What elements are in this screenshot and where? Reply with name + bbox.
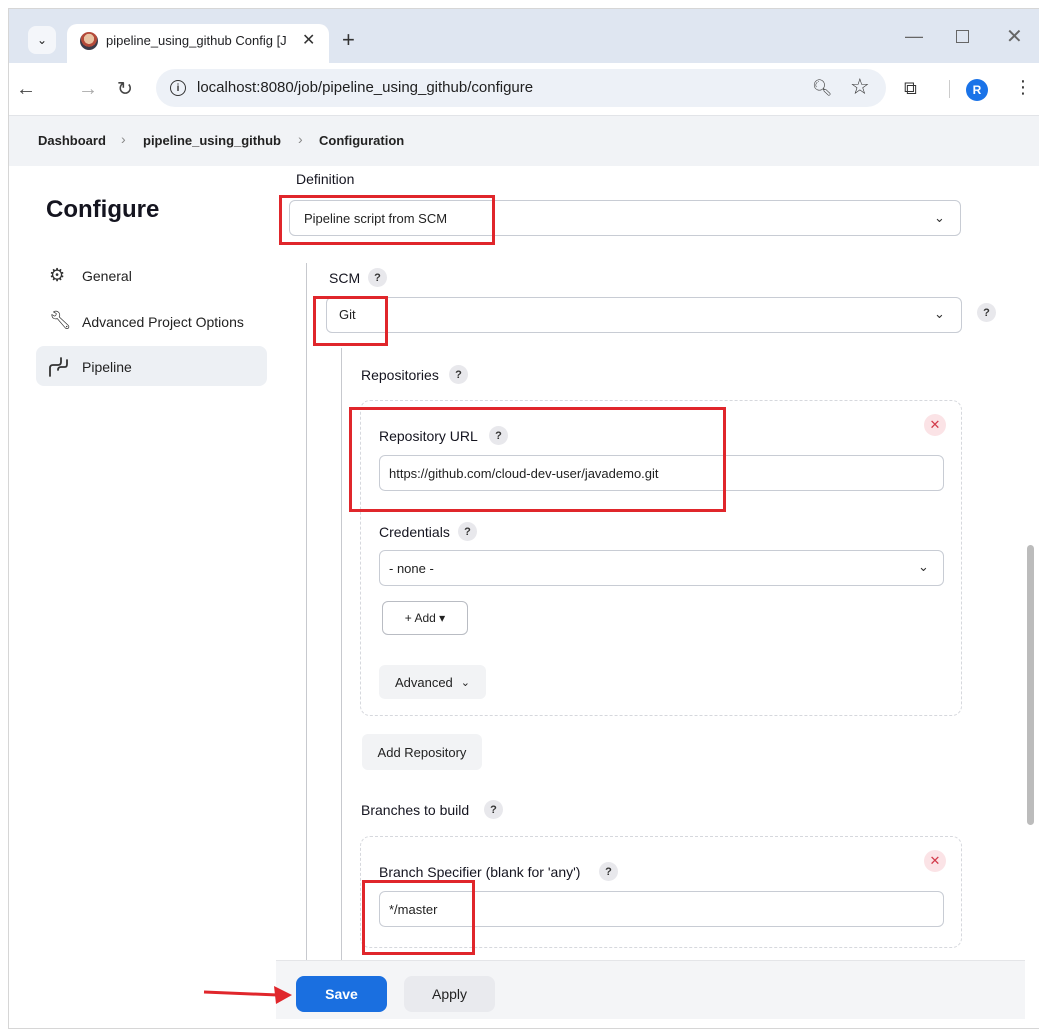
sidebar-item-general[interactable] xyxy=(36,257,267,297)
chevron-down-icon: ⌄ xyxy=(934,306,945,321)
maximize-icon[interactable] xyxy=(956,30,969,43)
sidebar-item-label[interactable]: General xyxy=(82,268,132,284)
toolbar-divider xyxy=(949,80,950,98)
advanced-button[interactable]: Advanced ⌄ xyxy=(379,665,486,699)
apply-button[interactable]: Apply xyxy=(404,976,495,1012)
credentials-label: Credentials xyxy=(379,524,450,540)
back-arrow-icon[interactable]: ← xyxy=(16,78,36,101)
sidebar-item-label[interactable]: Advanced Project Options xyxy=(82,314,244,330)
reload-icon[interactable]: ↻ xyxy=(117,78,133,101)
definition-label: Definition xyxy=(296,171,355,187)
annotation-box-definition xyxy=(279,195,495,245)
add-repository-button[interactable]: Add Repository xyxy=(362,734,482,770)
gear-icon: ⚙ xyxy=(49,265,66,285)
browser-menu-icon[interactable]: ⋮ xyxy=(1014,77,1032,98)
branches-label: Branches to build xyxy=(361,802,470,818)
annotation-box-repo-url xyxy=(349,407,726,512)
chevron-down-icon: ⌄ xyxy=(918,559,929,574)
help-icon[interactable]: ? xyxy=(484,800,503,819)
url-text[interactable]: localhost:8080/job/pipeline_using_github… xyxy=(197,79,533,96)
help-icon[interactable]: ? xyxy=(458,522,477,541)
tab-title: pipeline_using_github Config [J xyxy=(106,33,287,48)
section-divider xyxy=(341,348,342,1003)
chevron-down-icon: ⌄ xyxy=(934,210,945,225)
delete-branch-icon[interactable]: ✕ xyxy=(924,850,946,872)
wrench-icon: 🔧︎ xyxy=(49,310,72,330)
breadcrumb-dashboard[interactable]: Dashboard xyxy=(38,133,106,148)
breadcrumb-configuration[interactable]: Configuration xyxy=(319,133,404,148)
breadcrumb-job[interactable]: pipeline_using_github xyxy=(143,133,281,148)
chevron-down-icon: ⌄ xyxy=(460,676,471,689)
credentials-select[interactable] xyxy=(379,550,944,586)
help-icon[interactable]: ? xyxy=(449,365,468,384)
tab-close-icon[interactable]: ✕ xyxy=(302,30,315,50)
advanced-label: Advanced xyxy=(394,674,453,690)
profile-avatar[interactable]: R xyxy=(966,79,988,101)
help-icon[interactable]: ? xyxy=(977,303,996,322)
bookmark-star-icon[interactable]: ☆ xyxy=(850,74,870,100)
delete-repository-icon[interactable]: ✕ xyxy=(924,414,946,436)
help-icon[interactable]: ? xyxy=(599,862,618,881)
pipeline-icon xyxy=(47,356,69,383)
sidebar-item-pipeline[interactable] xyxy=(36,346,267,386)
window-close-icon[interactable]: ✕ xyxy=(1006,24,1023,49)
jenkins-favicon-icon xyxy=(80,32,98,50)
site-info-icon[interactable]: i xyxy=(170,80,186,96)
tab-search-button[interactable]: ⌄ xyxy=(28,26,56,54)
chevron-right-icon: › xyxy=(298,131,303,147)
annotation-box-scm xyxy=(313,296,388,346)
help-icon[interactable]: ? xyxy=(368,268,387,287)
save-button[interactable]: Save xyxy=(296,976,387,1012)
add-credentials-button[interactable]: + Add ▾ xyxy=(382,601,468,635)
scm-select[interactable] xyxy=(326,297,962,333)
annotation-arrow-icon xyxy=(203,986,292,1004)
forward-arrow-icon[interactable]: → xyxy=(78,78,98,101)
page-title: Configure xyxy=(46,196,160,223)
repositories-label: Repositories xyxy=(361,367,439,383)
form-footer xyxy=(276,960,1025,1019)
branch-specifier-label: Branch Specifier (blank for 'any') xyxy=(379,864,581,880)
credentials-value[interactable]: - none - xyxy=(389,561,434,576)
section-divider xyxy=(306,263,307,1003)
scrollbar-thumb[interactable] xyxy=(1027,545,1034,825)
chevron-right-icon: › xyxy=(121,131,126,147)
scm-label: SCM xyxy=(329,270,361,286)
extensions-icon[interactable]: ⧉ xyxy=(904,78,917,99)
annotation-box-branch xyxy=(362,880,475,955)
sidebar-item-label[interactable]: Pipeline xyxy=(82,359,132,375)
zoom-icon[interactable]: 🔍︎ xyxy=(812,78,832,98)
minimize-icon[interactable]: — xyxy=(905,26,923,47)
new-tab-button[interactable]: + xyxy=(342,27,355,53)
